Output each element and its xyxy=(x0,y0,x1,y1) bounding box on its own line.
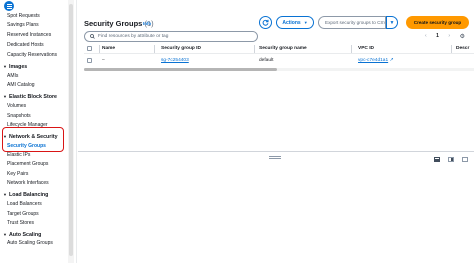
external-link-icon: ↗ xyxy=(389,58,394,63)
panel-side-icon[interactable] xyxy=(448,157,454,162)
highlight-box xyxy=(2,127,64,152)
export-dropdown-button[interactable]: ▼ xyxy=(386,16,398,29)
resize-handle[interactable] xyxy=(269,156,281,159)
cell-vpc-id-link[interactable]: vpc-c7e4d1a1 xyxy=(358,58,388,63)
export-csv-button[interactable]: Export security groups to CSV xyxy=(318,16,386,29)
sidebar-section-auto-scaling[interactable]: ▼ Auto Scaling xyxy=(3,231,41,239)
caret-down-icon: ▼ xyxy=(303,20,308,25)
sidebar: Spot Requests Savings Plans Reserved Ins… xyxy=(0,0,77,263)
column-header-description[interactable]: Descr xyxy=(456,46,469,51)
scrollbar-thumb[interactable] xyxy=(69,4,73,256)
sidebar-item-dedicated-hosts[interactable]: Dedicated Hosts xyxy=(7,42,44,48)
caret-down-icon: ▼ xyxy=(3,192,7,197)
sidebar-item-trust-stores[interactable]: Trust Stores xyxy=(7,220,34,226)
sidebar-section-images[interactable]: ▼ Images xyxy=(3,63,27,71)
sidebar-item-capacity-reservations[interactable]: Capacity Reservations xyxy=(7,52,57,58)
sidebar-item-placement-groups[interactable]: Placement Groups xyxy=(7,161,48,167)
refresh-icon xyxy=(262,19,269,26)
sidebar-item-spot-requests[interactable]: Spot Requests xyxy=(7,13,40,19)
scrollbar-thumb[interactable] xyxy=(84,68,277,71)
select-all-checkbox[interactable] xyxy=(87,46,92,51)
cell-sg-name: default xyxy=(259,58,274,63)
column-divider[interactable] xyxy=(254,45,255,53)
column-header-sg-name[interactable]: Security group name xyxy=(259,46,307,51)
cell-vpc-id[interactable]: vpc-c7e4d1a1 ↗ xyxy=(358,58,394,63)
sidebar-item-savings-plans[interactable]: Savings Plans xyxy=(7,22,39,28)
current-page[interactable]: 1 xyxy=(436,33,439,39)
sidebar-item-network-interfaces[interactable]: Network Interfaces xyxy=(7,180,49,186)
panel-close-icon[interactable] xyxy=(462,157,468,162)
sidebar-item-ami-catalog[interactable]: AMI Catalog xyxy=(7,82,35,88)
column-divider[interactable] xyxy=(451,45,452,53)
row-checkbox[interactable] xyxy=(87,58,92,63)
sidebar-section-elastic-block-store[interactable]: ▼ Elastic Block Store xyxy=(3,93,57,101)
split-panel xyxy=(78,151,474,263)
column-divider[interactable] xyxy=(154,45,155,53)
column-divider[interactable] xyxy=(99,45,100,53)
menu-icon[interactable] xyxy=(4,1,14,11)
search-placeholder: Find resources by attribute or tag xyxy=(98,34,169,39)
caret-down-icon: ▼ xyxy=(3,94,7,99)
column-header-vpc-id[interactable]: VPC ID xyxy=(358,46,374,51)
sidebar-item-snapshots[interactable]: Snapshots xyxy=(7,113,31,119)
search-input[interactable]: Find resources by attribute or tag xyxy=(84,31,258,42)
sidebar-item-load-balancers[interactable]: Load Balancers xyxy=(7,201,42,207)
panel-bottom-icon[interactable] xyxy=(434,157,440,162)
info-link[interactable]: Info xyxy=(143,21,151,26)
sidebar-item-auto-scaling-groups[interactable]: Auto Scaling Groups xyxy=(7,240,53,246)
refresh-button[interactable] xyxy=(259,16,272,29)
create-security-group-button[interactable]: Create security group xyxy=(406,16,469,29)
pagination: ‹ 1 › ⚙ xyxy=(425,31,465,41)
gear-icon[interactable]: ⚙ xyxy=(460,33,465,40)
column-header-sg-id[interactable]: Security group ID xyxy=(161,46,201,51)
sidebar-section-load-balancing[interactable]: ▼ Load Balancing xyxy=(3,191,48,199)
search-icon xyxy=(90,34,95,39)
sidebar-item-volumes[interactable]: Volumes xyxy=(7,103,26,109)
sidebar-item-target-groups[interactable]: Target Groups xyxy=(7,211,39,217)
panel-preferences xyxy=(434,157,468,162)
actions-button[interactable]: Actions ▼ xyxy=(276,16,314,29)
column-divider[interactable] xyxy=(351,45,352,53)
table-row[interactable]: – sg-7c254403 default vpc-c7e4d1a1 ↗ xyxy=(84,56,474,66)
table-header: Name Security group ID Security group na… xyxy=(84,44,474,54)
caret-down-icon: ▼ xyxy=(3,232,7,237)
column-header-name[interactable]: Name xyxy=(102,46,115,51)
sidebar-item-reserved-instances[interactable]: Reserved Instances xyxy=(7,32,51,38)
cell-sg-id-link[interactable]: sg-7c254403 xyxy=(161,58,189,63)
sidebar-item-key-pairs[interactable]: Key Pairs xyxy=(7,171,28,177)
next-page-icon[interactable]: › xyxy=(448,33,450,39)
sidebar-scrollbar[interactable] xyxy=(68,0,74,263)
caret-down-icon: ▼ xyxy=(3,64,7,69)
sidebar-item-amis[interactable]: AMIs xyxy=(7,73,18,79)
caret-down-icon: ▼ xyxy=(389,19,395,26)
previous-page-icon[interactable]: ‹ xyxy=(425,33,427,39)
sidebar-item-elastic-ips[interactable]: Elastic IPs xyxy=(7,152,30,158)
cell-name: – xyxy=(102,58,105,63)
